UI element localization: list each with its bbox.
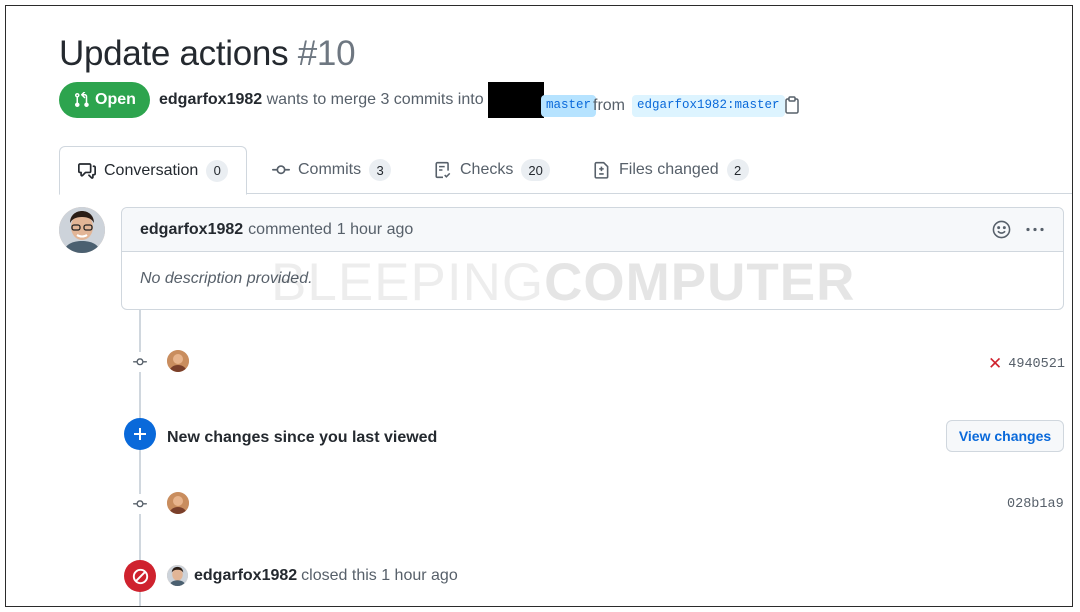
closed-marker [124, 560, 156, 592]
commit-author-avatar [167, 492, 189, 514]
commit-sha-row: ✕ 4940521 [988, 354, 1065, 374]
avatar[interactable] [167, 565, 188, 586]
file-diff-icon [594, 161, 609, 179]
commit-author-avatar [167, 350, 189, 372]
circle-slash-icon [132, 568, 148, 584]
page-frame: Update actions #10 Open edgarfox1982 wan… [5, 5, 1073, 607]
state-label: Open [95, 91, 136, 108]
tab-commits-count: 3 [369, 159, 392, 181]
new-changes-text: New changes since you last viewed [167, 429, 438, 446]
tab-conversation[interactable]: Conversation 0 [59, 146, 248, 195]
git-pull-request-icon [75, 92, 89, 107]
merge-description: edgarfox1982 wants to merge 3 commits in… [159, 91, 484, 109]
avatar[interactable] [59, 207, 105, 253]
pr-number: #10 [297, 34, 356, 73]
commit-node-icon [130, 352, 150, 372]
git-commit-icon [272, 165, 290, 175]
closed-author-link[interactable]: edgarfox1982 [194, 567, 297, 584]
tab-checks-label: Checks [460, 161, 514, 178]
comment-header: edgarfox1982 commented 1 hour ago [122, 208, 1063, 252]
comment-box: edgarfox1982 commented 1 hour ago No des… [121, 207, 1064, 310]
tab-files-changed[interactable]: Files changed 2 [575, 146, 767, 194]
copy-icon[interactable] [784, 96, 800, 114]
from-label: from [593, 97, 625, 114]
commit-node-icon [130, 494, 150, 514]
tab-conversation-count: 0 [206, 159, 229, 182]
merge-text: wants to merge 3 commits into [266, 91, 484, 108]
tab-conversation-label: Conversation [104, 161, 199, 179]
pr-title: Update actions [59, 34, 289, 73]
closer-avatar [167, 565, 188, 586]
base-branch[interactable]: master [541, 95, 597, 117]
commit-sha[interactable]: 028b1a9 [1007, 497, 1064, 512]
redacted-block [488, 82, 544, 118]
closed-text: closed this 1 hour ago [301, 567, 458, 584]
tab-commits[interactable]: Commits 3 [254, 146, 409, 194]
avatar[interactable] [167, 350, 189, 372]
avatar[interactable] [167, 492, 189, 514]
tab-checks[interactable]: Checks 20 [416, 146, 568, 194]
pr-meta: Open edgarfox1982 wants to merge 3 commi… [59, 82, 1059, 118]
author-avatar-image [59, 207, 105, 253]
tab-checks-count: 20 [521, 159, 550, 181]
smiley-icon[interactable] [992, 220, 1011, 239]
git-commit-icon [133, 500, 147, 508]
tab-files-changed-label: Files changed [619, 161, 719, 178]
kebab-horizontal-icon[interactable] [1025, 220, 1045, 239]
tab-files-changed-count: 2 [726, 159, 749, 181]
new-changes-marker [124, 418, 156, 450]
head-branch[interactable]: edgarfox1982:master [632, 95, 785, 117]
comment-body: No description provided. [140, 270, 313, 287]
comment-action: commented [248, 220, 332, 238]
git-commit-icon [133, 358, 147, 366]
comment-actions [992, 220, 1045, 239]
comment-discussion-icon [78, 162, 96, 179]
state-badge: Open [59, 82, 150, 118]
tab-commits-label: Commits [298, 161, 362, 178]
page-title: Update actions #10 [59, 34, 356, 74]
commit-sha[interactable]: 4940521 [1008, 357, 1065, 372]
x-icon[interactable]: ✕ [988, 354, 1002, 374]
commit-sha-row: 028b1a9 [1007, 497, 1064, 512]
plus-icon [134, 428, 146, 440]
pr-tabs: Conversation 0 Commits 3 Checks 20 Files… [59, 146, 1072, 195]
view-changes-button[interactable]: View changes [946, 420, 1064, 452]
comment-author-link[interactable]: edgarfox1982 [140, 221, 243, 239]
pr-author-link[interactable]: edgarfox1982 [159, 91, 262, 108]
checklist-icon [435, 161, 451, 179]
comment-time[interactable]: 1 hour ago [337, 221, 414, 239]
closed-event-text: edgarfox1982 closed this 1 hour ago [194, 567, 458, 585]
